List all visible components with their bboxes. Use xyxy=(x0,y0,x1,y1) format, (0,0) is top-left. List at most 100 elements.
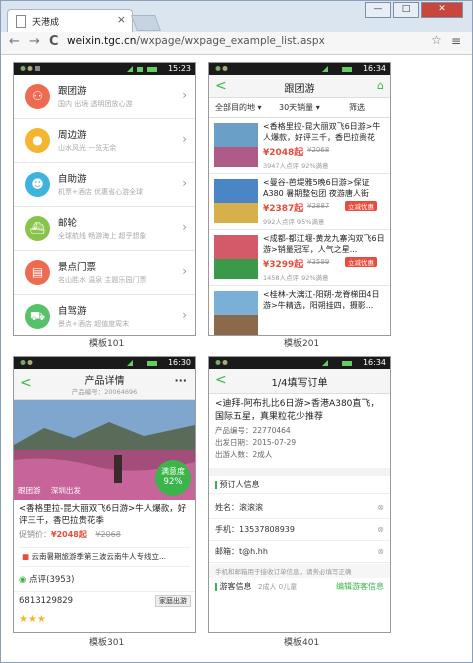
traveler-row: 游客信息 2成人 0儿童 编辑游客信息 xyxy=(209,578,390,600)
page-header: < 产品详情 产品编号：20064696 ··· xyxy=(14,369,195,400)
page-header: < 1/4填写订单 xyxy=(209,369,390,394)
clock: 16:34 xyxy=(362,64,386,73)
traveler-label: 游客信息 xyxy=(219,582,252,591)
signal-battery-icons xyxy=(322,66,352,72)
product-old-price: ¥2068 xyxy=(307,146,330,154)
product-title: <成都-都江堰-黄龙九寨沟双飞6日游>销量冠军，人气之星... xyxy=(263,234,385,254)
browser-tab[interactable]: 天港成 × xyxy=(7,9,133,33)
clear-icon[interactable]: ⊗ xyxy=(377,520,384,540)
category-item[interactable]: ● 周边游山水风光 一览无余 › xyxy=(14,119,195,163)
category-title: 邮轮 xyxy=(58,218,78,229)
back-icon[interactable]: ← xyxy=(9,34,20,49)
chevron-right-icon: › xyxy=(182,264,187,278)
category-item[interactable]: ⛟ 自驾游 景点+酒店 超值度周末 › xyxy=(14,295,195,335)
bookmark-star-icon[interactable]: ☆ xyxy=(431,33,442,47)
address-bar[interactable]: weixin.tgc.cn/wxpage/wxpage_example_list… xyxy=(67,34,445,50)
url-path: /wxpage/wxpage_example_list.aspx xyxy=(136,35,325,47)
category-subtitle: 山水风光 一览无余 xyxy=(58,144,117,152)
forward-icon[interactable]: → xyxy=(29,34,40,49)
form-tip: 手机和邮箱用于接收订单信息，请务必填写正确 xyxy=(209,564,390,578)
category-icon-circle: ⛟ xyxy=(25,304,50,329)
traveler-count: 2成人 0儿童 xyxy=(258,583,298,591)
home-icon[interactable]: ⌂ xyxy=(377,79,384,92)
email-field[interactable]: 邮箱：t@h.hh ⊗ xyxy=(209,542,390,563)
close-tab-icon[interactable]: × xyxy=(117,13,126,26)
product-item[interactable]: <桂林-大漓江-阳朔-龙脊梯田4日游>牛精选，阳朔挂四，摄影... xyxy=(209,286,390,335)
caption-101: 模板101 xyxy=(89,339,125,349)
category-title: 景点门票 xyxy=(58,262,97,273)
minimize-button[interactable]: — xyxy=(365,2,391,18)
clear-icon[interactable]: ⊗ xyxy=(377,542,384,562)
section-marker xyxy=(215,480,217,489)
clear-icon[interactable]: ⊗ xyxy=(377,498,384,518)
category-title: 自助游 xyxy=(58,174,87,185)
category-icon-circle: ● xyxy=(25,128,50,153)
page-title: 1/4填写订单 xyxy=(271,378,328,389)
chevron-right-icon: › xyxy=(182,88,187,102)
reviews-count: 点评(3953) xyxy=(29,575,75,585)
product-price: ¥2048起 xyxy=(263,148,304,158)
caption-301: 模板301 xyxy=(89,638,125,648)
category-item[interactable]: ▤ 景点门票 名山胜水 温泉 主题乐园门票 › xyxy=(14,251,195,295)
filter-button[interactable]: 筛选 xyxy=(349,102,365,113)
product-title: <桂林-大漓江-阳朔-龙脊梯田4日游>牛精选，阳朔挂四，摄影... xyxy=(263,290,380,310)
price-row: 促销价：¥2048起 ¥2068 xyxy=(14,529,195,545)
edit-traveler-link[interactable]: 编辑游客信息 xyxy=(336,581,384,592)
category-title: 周边游 xyxy=(58,130,87,141)
product-item[interactable]: <香格里拉-昆大丽双飞6日游>牛人爆款，好评三千，香巴拉贵花 ¥2048起 ¥206… xyxy=(209,118,390,174)
category-item[interactable]: ⚇ 跟团游 国内 出境 透明团放心游 › xyxy=(14,75,195,119)
category-item[interactable]: ⛴ 邮轮 全球航线 畅游海上 超乎想象 › xyxy=(14,207,195,251)
satisfaction-value: 92% xyxy=(163,477,183,487)
category-subtitle: 名山胜水 温泉 主题乐园门票 xyxy=(58,276,147,284)
contact-row: 6813129829 家庭出游 xyxy=(14,592,195,614)
template-101-phone: 15:23 ⚇ 跟团游 国内 出境 透明团放心游 › ● 周边游 山水风光 一览无余 › ☻ 自助… xyxy=(13,62,196,336)
product-old-price: ¥3599 xyxy=(307,258,330,266)
satisfaction-label: 满意度 xyxy=(161,467,185,476)
category-item[interactable]: ☻ 自助游 机票+酒店 优惠省心游全球 › xyxy=(14,163,195,207)
page-header: < 跟团游 ⌂ xyxy=(209,75,390,98)
product-thumbnail xyxy=(214,123,258,167)
reload-icon[interactable]: C xyxy=(49,34,59,49)
product-item[interactable]: <曼谷-芭堤雅5晚6日游>保证A380 暑期整包团 夜游唐人街 ¥2387起 ¥28… xyxy=(209,174,390,230)
tab-bar: 天港成 × — □ ✕ xyxy=(1,1,472,33)
ship-icon: ⛴ xyxy=(29,221,46,235)
phone-field[interactable]: 手机：13537808939 ⊗ xyxy=(209,520,390,541)
signal-battery-icons xyxy=(127,66,157,72)
phone-number[interactable]: 6813129829 xyxy=(19,596,73,606)
original-price: ¥2068 xyxy=(95,530,121,539)
clock: 16:34 xyxy=(362,358,386,367)
product-item[interactable]: <成都-都江堰-黄龙九寨沟双飞6日游>销量冠军，人气之星... ¥3299起 ¥35… xyxy=(209,230,390,286)
status-bar: 15:23 xyxy=(14,63,195,75)
product-list: <香格里拉-昆大丽双飞6日游>牛人爆款，好评三千，香巴拉贵花 ¥2048起 ¥206… xyxy=(209,118,390,335)
category-title: 跟团游 xyxy=(58,86,87,97)
booker-section-title: 预订人信息 xyxy=(209,476,390,494)
more-icon[interactable]: ··· xyxy=(174,374,187,387)
filter-sales[interactable]: 30天销量 ▾ xyxy=(279,102,320,113)
notice-bar[interactable]: ■ 云南暑期旅游季第三波云南牛人专线立... xyxy=(19,547,190,567)
chevron-right-icon: › xyxy=(182,132,187,146)
close-window-button[interactable]: ✕ xyxy=(421,2,463,18)
order-product-title: <迪拜-阿布扎比6日游>香港A380直飞，国际五星，真果粒花少推荐 xyxy=(215,399,380,422)
product-photo: 跟团游 深圳出发 满意度 92% xyxy=(14,400,195,500)
discount-badge: 立减优惠 xyxy=(345,201,377,211)
clock: 16:30 xyxy=(167,358,191,367)
menu-icon[interactable]: ≡ xyxy=(451,34,461,48)
product-price: ¥3299起 xyxy=(263,260,304,270)
status-bar: 16:34 xyxy=(209,357,390,369)
name-field[interactable]: 姓名：滚滚滚 ⊗ xyxy=(209,498,390,519)
promo-price: ¥2048起 xyxy=(51,530,87,539)
category-subtitle: 景点+酒店 超值度周末 xyxy=(58,320,130,328)
category-icon-circle: ⛴ xyxy=(25,216,50,241)
order-details: 产品编号：22770464 出发日期：2015-07-29 出游人数：2成人 xyxy=(209,424,390,462)
reviews-row[interactable]: ◉ 点评(3953) xyxy=(14,569,195,592)
template-401-phone: 16:34 < 1/4填写订单 <迪拜-阿布扎比6日游>香港A380直飞，国际五… xyxy=(208,356,391,633)
category-subtitle: 国内 出境 透明团放心游 xyxy=(58,100,133,108)
product-old-price: ¥2887 xyxy=(307,202,330,210)
new-tab-button[interactable] xyxy=(131,15,161,31)
email-value: t@h.hh xyxy=(239,547,268,556)
maximize-button[interactable]: □ xyxy=(393,2,419,18)
filter-destination[interactable]: 全部目的地 ▾ xyxy=(215,102,262,113)
family-tag: 家庭出游 xyxy=(155,595,191,607)
rating-stars: ★★★ xyxy=(19,614,46,625)
category-subtitle: 机票+酒店 优惠省心游全球 xyxy=(58,188,144,196)
